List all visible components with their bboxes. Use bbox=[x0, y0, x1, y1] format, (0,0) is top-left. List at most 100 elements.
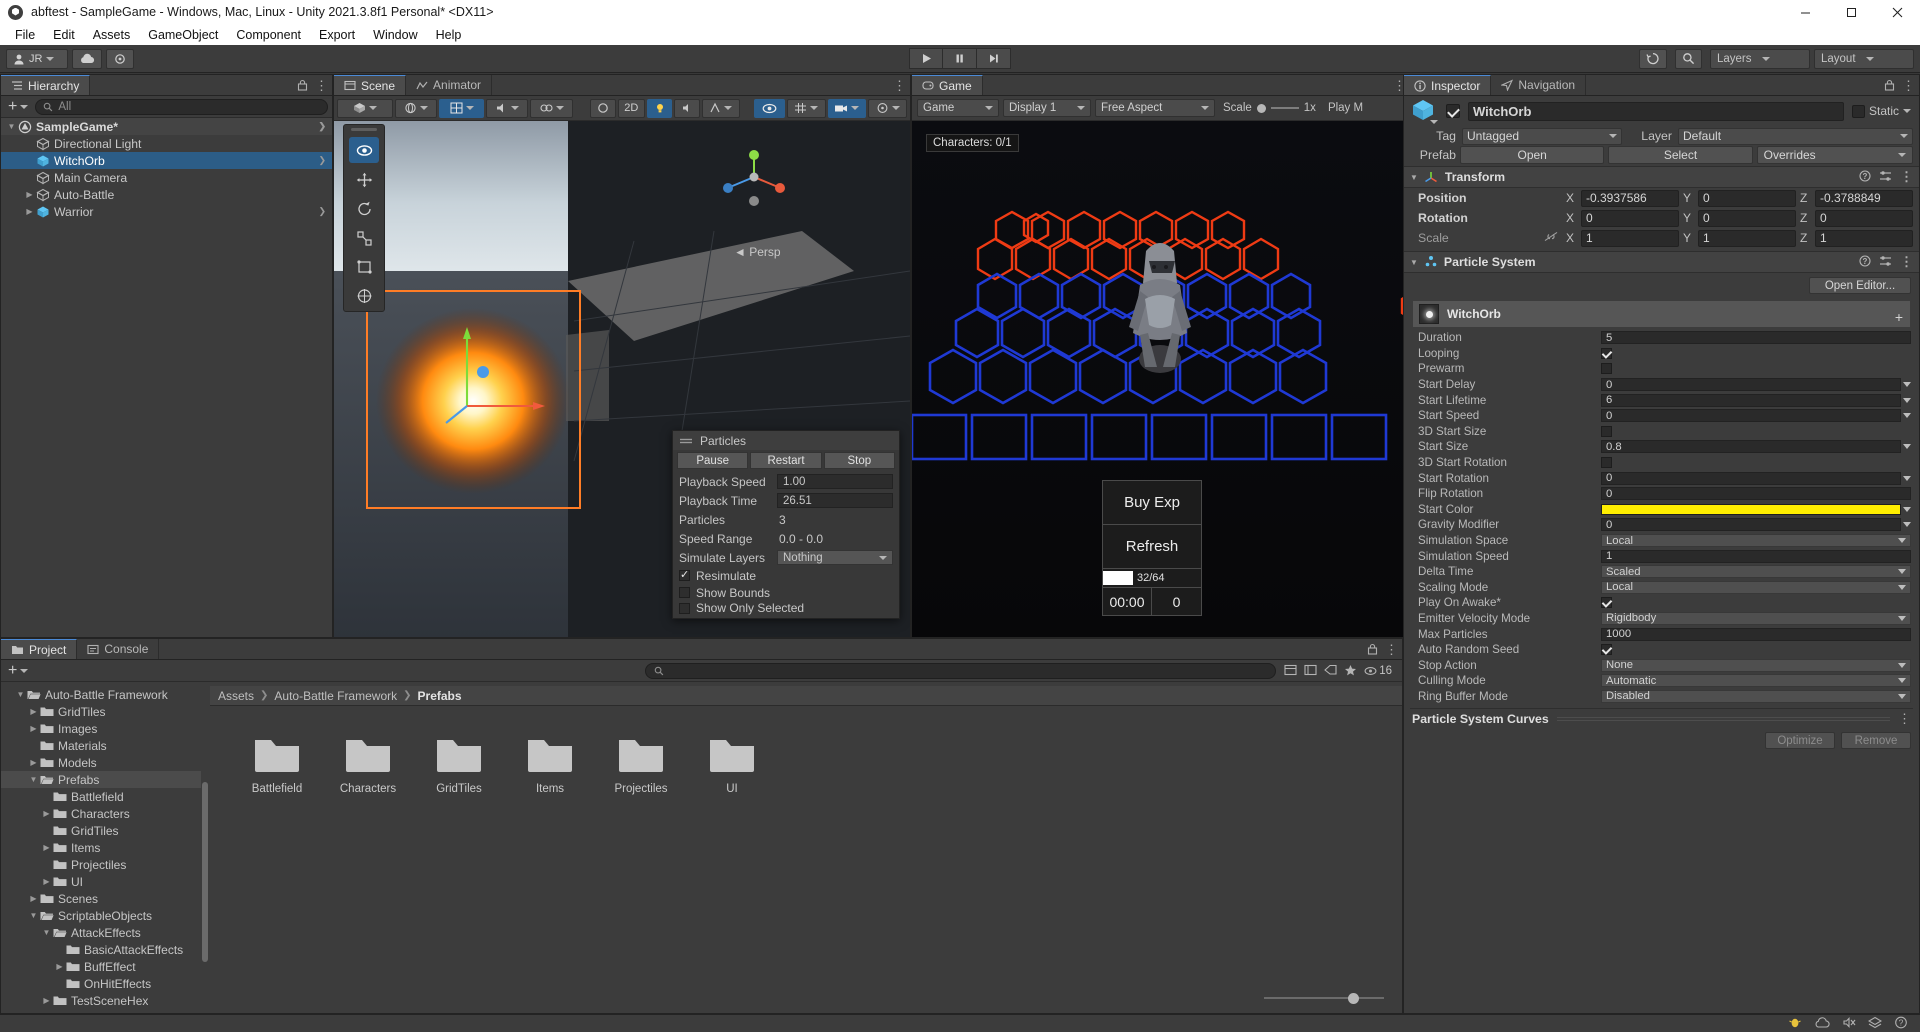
menu-gameobject[interactable]: GameObject bbox=[139, 26, 227, 44]
chevron-down-icon[interactable] bbox=[1903, 382, 1911, 388]
twisty-closed-icon[interactable]: ▶ bbox=[40, 843, 53, 852]
hierarchy-item-auto-battle[interactable]: ▶ Auto-Battle bbox=[1, 186, 332, 203]
rotate-tool-button[interactable] bbox=[349, 196, 379, 221]
project-tree-item-testscenehex[interactable]: ▶ TestSceneHex bbox=[1, 992, 209, 1009]
project-tree-item-models[interactable]: ▶ Models bbox=[1, 754, 209, 771]
hand-tool-button[interactable] bbox=[349, 137, 379, 163]
overlay-drag-handle[interactable] bbox=[351, 128, 377, 131]
menu-assets[interactable]: Assets bbox=[84, 26, 140, 44]
hierarchy-options-icon[interactable]: ⋮ bbox=[315, 79, 328, 92]
lighting-toggle[interactable] bbox=[646, 98, 673, 118]
ps-checkbox-3d-start-size[interactable] bbox=[1601, 425, 1612, 437]
chevron-down-icon[interactable] bbox=[1903, 506, 1911, 512]
object-enabled-checkbox[interactable] bbox=[1446, 104, 1460, 118]
curves-options-icon[interactable]: ⋮ bbox=[1898, 712, 1911, 725]
menu-component[interactable]: Component bbox=[227, 26, 310, 44]
resimulate-row[interactable]: Resimulate bbox=[673, 567, 899, 584]
chevron-down-icon[interactable] bbox=[1903, 109, 1911, 113]
help-icon[interactable]: ? bbox=[1859, 169, 1871, 185]
play-button[interactable] bbox=[909, 48, 943, 69]
grid-dropdown[interactable] bbox=[786, 98, 826, 118]
project-tree-item-auto-battle-framework[interactable]: ▼ Auto-Battle Framework bbox=[1, 686, 209, 703]
ps-input-start-lifetime[interactable]: 6 bbox=[1601, 393, 1901, 407]
project-options-icon[interactable]: ⋮ bbox=[1385, 643, 1398, 656]
menu-help[interactable]: Help bbox=[427, 26, 471, 44]
chevron-down-icon[interactable] bbox=[1903, 475, 1911, 481]
cloud-button[interactable] bbox=[72, 48, 102, 69]
project-tree-item-prefabs[interactable]: ▼ Prefabs bbox=[1, 771, 209, 788]
favorite-icon[interactable] bbox=[1344, 663, 1357, 679]
ps-input-max-particles[interactable]: 1000 bbox=[1601, 627, 1911, 641]
layers-icon[interactable] bbox=[1867, 1016, 1883, 1032]
game-viewport[interactable]: Characters: 0/1 Buy Exp Refresh 32/64 00… bbox=[912, 121, 1410, 637]
asset-item-battlefield[interactable]: Battlefield bbox=[246, 734, 308, 795]
preset-icon[interactable] bbox=[1879, 170, 1892, 185]
ps-dropdown-stop-action[interactable]: None bbox=[1601, 658, 1911, 672]
prefab-select-button[interactable]: Select bbox=[1608, 146, 1753, 164]
project-tree-item-testscenesquare[interactable]: TestSceneSquare bbox=[1, 1009, 209, 1014]
ps-color-start-color[interactable] bbox=[1601, 503, 1901, 515]
scene-camera-dropdown[interactable] bbox=[827, 98, 867, 118]
hierarchy-add-button[interactable]: + bbox=[5, 98, 31, 114]
particle-module-header[interactable]: WitchOrb + bbox=[1412, 300, 1911, 328]
project-tree-item-projectiles[interactable]: Projectiles bbox=[1, 856, 209, 873]
asset-item-gridtiles[interactable]: GridTiles bbox=[428, 734, 490, 795]
particles-restart-button[interactable]: Restart bbox=[750, 452, 822, 469]
show-bounds-row[interactable]: Show Bounds bbox=[673, 584, 899, 601]
audio-mute-toggle[interactable] bbox=[674, 98, 700, 118]
twisty-closed-icon[interactable]: ▶ bbox=[40, 809, 53, 818]
project-tree-item-characters[interactable]: ▶ Characters bbox=[1, 805, 209, 822]
ps-dropdown-emitter-velocity-mode[interactable]: Rigidbody bbox=[1601, 611, 1911, 625]
cloud-icon[interactable] bbox=[1814, 1016, 1830, 1032]
twisty-closed-icon[interactable]: ▶ bbox=[27, 894, 40, 903]
asset-item-items[interactable]: Items bbox=[519, 734, 581, 795]
project-tree-item-basicattackeffects[interactable]: BasicAttackEffects bbox=[1, 941, 209, 958]
ps-input-simulation-speed[interactable]: 1 bbox=[1601, 549, 1911, 563]
layer-dropdown[interactable]: Default bbox=[1678, 127, 1913, 145]
transform-position-z-input[interactable]: -0.3788849 bbox=[1815, 189, 1913, 207]
chevron-down-icon[interactable] bbox=[1903, 413, 1911, 419]
resimulate-checkbox[interactable] bbox=[679, 568, 690, 581]
filter-type-icon[interactable] bbox=[1284, 663, 1297, 679]
playback-time-input[interactable]: 26.51 bbox=[777, 493, 893, 508]
pause-button[interactable] bbox=[943, 48, 977, 69]
twisty-closed-icon[interactable]: ▶ bbox=[23, 190, 36, 199]
layers-dropdown[interactable]: Layers bbox=[1710, 48, 1810, 69]
menu-edit[interactable]: Edit bbox=[44, 26, 84, 44]
twisty-closed-icon[interactable]: ▶ bbox=[27, 707, 40, 716]
project-tree-item-items[interactable]: ▶ Items bbox=[1, 839, 209, 856]
hierarchy-item-samplegame[interactable]: ▼ SampleGame* ❯ bbox=[1, 118, 332, 135]
ps-dropdown-simulation-space[interactable]: Local bbox=[1601, 534, 1911, 548]
optimize-button[interactable]: Optimize bbox=[1765, 732, 1835, 750]
close-button[interactable] bbox=[1874, 0, 1920, 24]
project-tree-item-gridtiles[interactable]: ▶ GridTiles bbox=[1, 703, 209, 720]
project-tree-item-battlefield[interactable]: Battlefield bbox=[1, 788, 209, 805]
game-aspect-dropdown[interactable]: Free Aspect bbox=[1095, 99, 1215, 117]
hierarchy-item-witchorb[interactable]: WitchOrb ❯ bbox=[1, 152, 332, 169]
collab-button[interactable] bbox=[106, 48, 134, 69]
breadcrumb-framework[interactable]: Auto-Battle Framework bbox=[274, 689, 397, 703]
project-search-input[interactable] bbox=[644, 662, 1277, 679]
scene-options-icon[interactable]: ⋮ bbox=[893, 79, 906, 92]
open-editor-button[interactable]: Open Editor... bbox=[1809, 277, 1911, 294]
menu-export[interactable]: Export bbox=[310, 26, 364, 44]
particles-pause-button[interactable]: Pause bbox=[677, 452, 749, 469]
gizmo-dropdown[interactable] bbox=[394, 98, 438, 118]
hierarchy-item-chevron-icon[interactable]: ❯ bbox=[318, 121, 332, 132]
game-scale-slider[interactable]: Scale 1x bbox=[1219, 102, 1320, 114]
scale-link-toggle-icon[interactable] bbox=[1540, 231, 1562, 245]
refresh-button[interactable]: Refresh bbox=[1103, 525, 1201, 569]
project-tree-item-onhiteffects[interactable]: OnHitEffects bbox=[1, 975, 209, 992]
twisty-closed-icon[interactable]: ▶ bbox=[27, 758, 40, 767]
maximize-button[interactable] bbox=[1828, 0, 1874, 24]
ps-checkbox-play-on-awake[interactable] bbox=[1601, 597, 1612, 609]
sphere-preview-toggle[interactable] bbox=[590, 98, 616, 118]
transform-scale-x-input[interactable]: 1 bbox=[1581, 229, 1679, 247]
ps-checkbox-prewarm[interactable] bbox=[1601, 363, 1612, 375]
ps-input-start-rotation[interactable]: 0 bbox=[1601, 471, 1901, 485]
lock-icon[interactable] bbox=[1884, 78, 1895, 94]
scale-slider-knob[interactable] bbox=[1256, 103, 1266, 113]
chevron-down-icon[interactable] bbox=[1430, 120, 1438, 124]
hierarchy-item-main-camera[interactable]: Main Camera bbox=[1, 169, 332, 186]
show-only-selected-row[interactable]: Show Only Selected bbox=[673, 601, 899, 618]
